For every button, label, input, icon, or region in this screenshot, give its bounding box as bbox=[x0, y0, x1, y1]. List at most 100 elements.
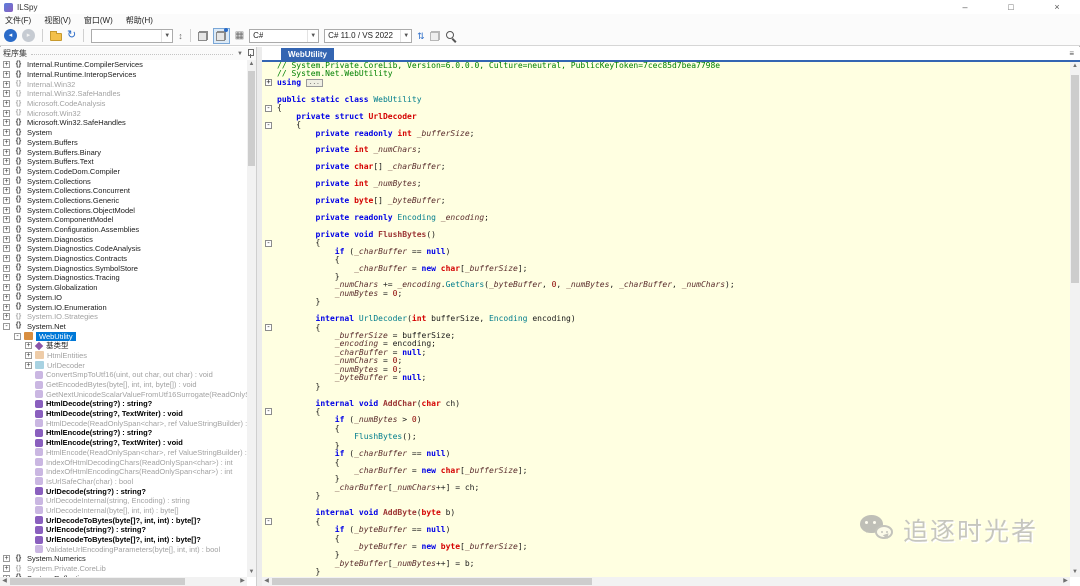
tree-item[interactable]: UrlEncodeToBytes(byte[]?, int, int) : by… bbox=[0, 535, 247, 545]
assembly-list-combobox[interactable]: ▼ bbox=[91, 29, 173, 43]
expand-icon[interactable]: + bbox=[3, 61, 10, 68]
tree-item[interactable]: +{}System.Buffers.Binary bbox=[0, 147, 247, 157]
tree-item[interactable]: +{}Microsoft.Win32.SafeHandles bbox=[0, 118, 247, 128]
tree-item[interactable]: UrlDecodeInternal(string, Encoding) : st… bbox=[0, 496, 247, 506]
expand-icon[interactable]: + bbox=[3, 313, 10, 320]
expand-icon[interactable]: + bbox=[25, 362, 32, 369]
tree-item[interactable]: IsUrlSafeChar(char) : bool bbox=[0, 477, 247, 487]
tree-item[interactable]: +{}System.IO.Strategies bbox=[0, 312, 247, 322]
tree-item[interactable]: +UrlDecoder bbox=[0, 360, 247, 370]
scroll-down-icon[interactable]: ▼ bbox=[247, 568, 256, 577]
fold-collapse-icon[interactable]: - bbox=[265, 518, 272, 525]
reload-button[interactable]: ↻ bbox=[67, 30, 76, 41]
pin-icon[interactable] bbox=[247, 49, 253, 58]
tree-item[interactable]: +{}System.Diagnostics bbox=[0, 234, 247, 244]
expand-icon[interactable]: + bbox=[3, 294, 10, 301]
windows-button[interactable] bbox=[430, 31, 440, 41]
tab-webutility[interactable]: WebUtility bbox=[281, 48, 334, 60]
expand-icon[interactable]: + bbox=[3, 245, 10, 252]
expand-icon[interactable]: + bbox=[3, 178, 10, 185]
new-window-button[interactable] bbox=[198, 31, 208, 41]
scroll-down-icon[interactable]: ▼ bbox=[1070, 568, 1080, 577]
expand-icon[interactable]: + bbox=[3, 304, 10, 311]
tree-item[interactable]: +{}System.Collections bbox=[0, 176, 247, 186]
expand-icon[interactable]: + bbox=[3, 81, 10, 88]
tree-item[interactable]: +{}System.Numerics bbox=[0, 554, 247, 564]
expand-icon[interactable]: + bbox=[3, 149, 10, 156]
sort-assemblies-button[interactable]: ↕ bbox=[178, 30, 183, 42]
expand-icon[interactable]: + bbox=[3, 207, 10, 214]
expand-icon[interactable]: + bbox=[3, 100, 10, 107]
tree-item[interactable]: +{}System.Diagnostics.Contracts bbox=[0, 254, 247, 264]
tree-item[interactable]: -WebUtility bbox=[0, 331, 247, 341]
tree-item[interactable]: +基类型 bbox=[0, 341, 247, 351]
expand-icon[interactable]: + bbox=[3, 158, 10, 165]
expand-icon[interactable]: + bbox=[3, 129, 10, 136]
tree-hscroll-thumb[interactable] bbox=[10, 578, 185, 585]
tree-item[interactable]: GetEncodedBytes(byte[], int, int, byte[]… bbox=[0, 380, 247, 390]
tree-item[interactable]: HtmlDecode(string?, TextWriter) : void bbox=[0, 409, 247, 419]
expand-icon[interactable]: + bbox=[3, 168, 10, 175]
scroll-right-icon[interactable]: ▶ bbox=[1061, 577, 1070, 586]
code-vscroll-thumb[interactable] bbox=[1071, 75, 1079, 283]
menu-item[interactable]: 帮助(H) bbox=[126, 15, 153, 26]
tree-item[interactable]: HtmlDecode(ReadOnlySpan<char>, ref Value… bbox=[0, 418, 247, 428]
collapse-icon[interactable]: - bbox=[14, 333, 21, 340]
expand-icon[interactable]: + bbox=[3, 71, 10, 78]
scroll-right-icon[interactable]: ▶ bbox=[238, 577, 247, 586]
search-button[interactable] bbox=[445, 30, 457, 42]
collapse-icon[interactable]: - bbox=[3, 323, 10, 330]
tree-item[interactable]: +{}System.CodeDom.Compiler bbox=[0, 167, 247, 177]
tree-item[interactable]: HtmlEncode(string?) : string? bbox=[0, 428, 247, 438]
forward-button[interactable]: ▸ bbox=[22, 29, 35, 42]
scroll-up-icon[interactable]: ▲ bbox=[247, 60, 256, 69]
expand-icon[interactable]: + bbox=[3, 274, 10, 281]
tree-item[interactable]: +{}Internal.Runtime.CompilerServices bbox=[0, 60, 247, 70]
tree-item[interactable]: +{}System.IO.Enumeration bbox=[0, 302, 247, 312]
tree-item[interactable]: UrlDecodeToBytes(byte[]?, int, int) : by… bbox=[0, 515, 247, 525]
tree-item[interactable]: HtmlDecode(string?) : string? bbox=[0, 399, 247, 409]
tree-item[interactable]: +{}System.Globalization bbox=[0, 283, 247, 293]
tree-item[interactable]: IndexOfHtmlDecodingChars(ReadOnlySpan<ch… bbox=[0, 457, 247, 467]
tree-item[interactable]: ValidateUrlEncodingParameters(byte[], in… bbox=[0, 544, 247, 554]
chevron-down-icon[interactable]: ▼ bbox=[237, 51, 243, 57]
scroll-left-icon[interactable]: ◀ bbox=[0, 577, 9, 586]
back-button[interactable]: ◂ bbox=[4, 29, 17, 42]
expand-icon[interactable]: + bbox=[3, 110, 10, 117]
fold-expand-icon[interactable]: + bbox=[265, 79, 272, 86]
tree-item[interactable]: ConvertSmpToUtf16(uint, out char, out ch… bbox=[0, 370, 247, 380]
tree-item[interactable]: HtmlEncode(ReadOnlySpan<char>, ref Value… bbox=[0, 448, 247, 458]
tree-item[interactable]: +{}System bbox=[0, 128, 247, 138]
tree-item[interactable]: +{}Internal.Runtime.InteropServices bbox=[0, 70, 247, 80]
tree-item[interactable]: UrlDecodeInternal(byte[], int, int) : by… bbox=[0, 506, 247, 516]
expand-icon[interactable]: + bbox=[3, 187, 10, 194]
expand-icon[interactable]: + bbox=[3, 284, 10, 291]
expand-icon[interactable]: + bbox=[25, 352, 32, 359]
tree-item[interactable]: UrlDecode(string?) : string? bbox=[0, 486, 247, 496]
fold-collapse-icon[interactable]: - bbox=[265, 105, 272, 112]
expand-icon[interactable]: + bbox=[3, 90, 10, 97]
scroll-up-icon[interactable]: ▲ bbox=[1070, 62, 1080, 71]
menu-item[interactable]: 文件(F) bbox=[5, 15, 31, 26]
tree-item[interactable]: +{}System.Collections.ObjectModel bbox=[0, 205, 247, 215]
language-version-combobox[interactable]: C# 11.0 / VS 2022 ▼ bbox=[324, 29, 412, 43]
options-button[interactable]: ▦ bbox=[235, 30, 244, 42]
expand-icon[interactable]: + bbox=[3, 139, 10, 146]
internal-api-toggle-button[interactable] bbox=[213, 28, 230, 44]
fold-collapse-icon[interactable]: - bbox=[265, 240, 272, 247]
expand-icon[interactable]: + bbox=[3, 565, 10, 572]
menu-item[interactable]: 视图(V) bbox=[44, 15, 71, 26]
sort-members-button[interactable]: ⇅ bbox=[417, 30, 425, 42]
tree-item[interactable]: +{}System.Diagnostics.CodeAnalysis bbox=[0, 244, 247, 254]
fold-collapse-icon[interactable]: - bbox=[265, 122, 272, 129]
expand-icon[interactable]: + bbox=[3, 197, 10, 204]
tree-item[interactable]: +{}System.Collections.Concurrent bbox=[0, 186, 247, 196]
tree-item[interactable]: +{}System.Diagnostics.Tracing bbox=[0, 273, 247, 283]
open-file-button[interactable] bbox=[50, 33, 62, 41]
minimize-button[interactable]: – bbox=[942, 0, 988, 14]
expand-icon[interactable]: + bbox=[3, 119, 10, 126]
expand-icon[interactable]: + bbox=[25, 342, 32, 349]
tree-item[interactable]: +{}System.Buffers.Text bbox=[0, 157, 247, 167]
language-combobox[interactable]: C# ▼ bbox=[249, 29, 319, 43]
fold-collapse-icon[interactable]: - bbox=[265, 324, 272, 331]
